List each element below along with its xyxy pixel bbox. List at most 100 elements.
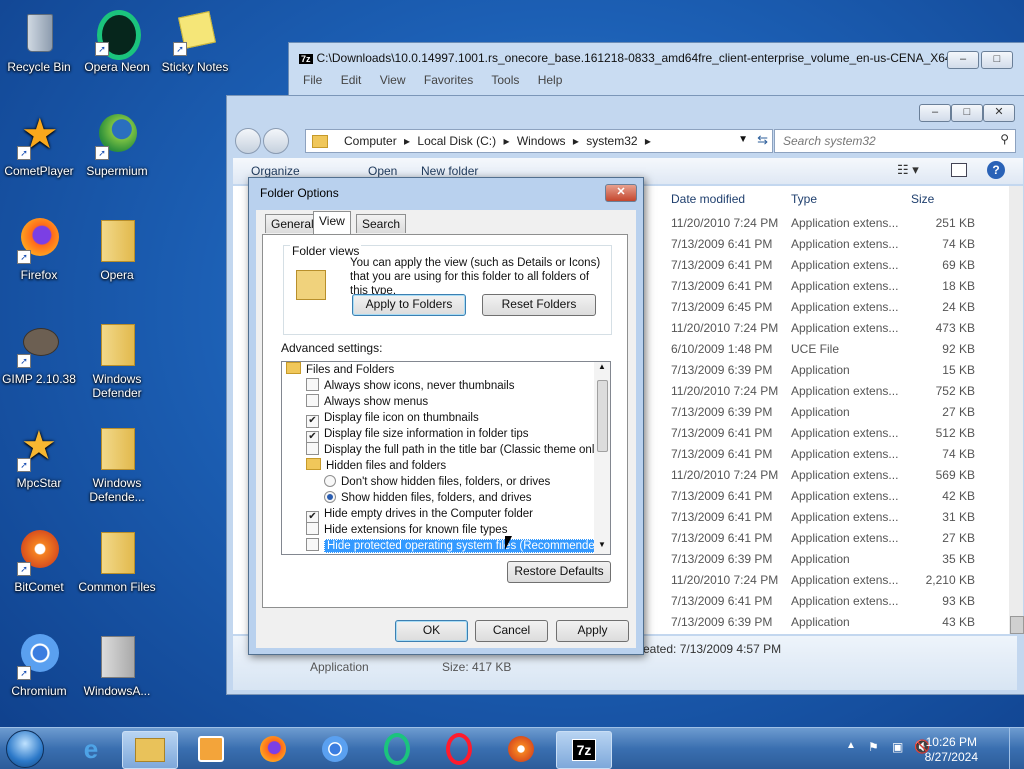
new-folder-button[interactable]: New folder xyxy=(421,164,478,178)
taskbar-7zip-icon[interactable]: 7z xyxy=(556,731,612,769)
breadcrumb-local-disk[interactable]: Local Disk (C:) xyxy=(417,134,496,148)
tab-general[interactable]: General xyxy=(265,214,320,233)
menu-tools[interactable]: Tools xyxy=(491,73,519,87)
network-icon[interactable]: ▣ xyxy=(892,740,903,754)
cell-type: Application extens... xyxy=(791,426,899,440)
tab-view[interactable]: View xyxy=(313,211,351,234)
desktop-icon-windowsa[interactable]: WindowsA... xyxy=(78,632,156,698)
tab-search[interactable]: Search xyxy=(356,214,407,233)
help-icon[interactable]: ? xyxy=(987,161,1005,179)
desktop-icon-mpcstar[interactable]: ★ ➚ MpcStar xyxy=(0,424,78,490)
explorer-minimize-button[interactable]: – xyxy=(919,104,951,122)
refresh-icon[interactable]: ⇆ xyxy=(757,132,768,148)
show-desktop-button[interactable] xyxy=(1009,728,1024,769)
cell-type: Application xyxy=(791,405,850,419)
menu-favorites[interactable]: Favorites xyxy=(424,73,473,87)
desktop-icon-common-files[interactable]: Common Files xyxy=(78,528,156,594)
sevenzip-maximize-button[interactable]: □ xyxy=(981,51,1013,69)
file-list-scrollbar[interactable] xyxy=(1009,186,1024,634)
mouse-cursor-icon xyxy=(505,536,512,550)
setting-file-size-tips[interactable]: ✔ Display file size information in folder… xyxy=(306,426,529,444)
open-button[interactable]: Open xyxy=(368,164,397,178)
taskbar-explorer-icon[interactable] xyxy=(122,731,178,769)
setting-file-icon-thumbnails[interactable]: ✔ Display file icon on thumbnails xyxy=(306,410,479,428)
setting-always-icons[interactable]: Always show icons, never thumbnails xyxy=(306,378,514,394)
radio-dont-show-hidden[interactable]: Don't show hidden files, folders, or dri… xyxy=(324,474,550,490)
setting-hide-empty-drives[interactable]: ✔ Hide empty drives in the Computer folde… xyxy=(306,506,533,524)
preview-pane-icon[interactable] xyxy=(951,163,967,177)
sevenzip-minimize-button[interactable]: – xyxy=(947,51,979,69)
folder-views-icon xyxy=(296,270,326,300)
address-dropdown-icon[interactable]: ▼ xyxy=(738,134,748,145)
dialog-close-button[interactable]: ✕ xyxy=(605,184,637,202)
desktop-icon-cometplayer[interactable]: ★ ➚ CometPlayer xyxy=(0,112,78,179)
cell-size: 27 KB xyxy=(942,531,975,545)
action-center-icon[interactable]: ⚑ xyxy=(868,740,879,754)
desktop-icon-gimp[interactable]: ➚ GIMP 2.10.38 xyxy=(0,320,78,386)
sevenzip-title: 7z C:\Downloads\10.0.14997.1001.rs_onecor… xyxy=(299,51,978,65)
desktop-icon-firefox[interactable]: ➚ Firefox xyxy=(0,216,78,282)
radio-selected-icon xyxy=(324,491,336,503)
desktop-icon-opera-neon[interactable]: ➚ Opera Neon xyxy=(78,8,156,74)
system-clock[interactable]: 10:26 PM 8/27/2024 xyxy=(925,735,978,765)
cancel-button[interactable]: Cancel xyxy=(475,620,548,642)
explorer-maximize-button[interactable]: □ xyxy=(951,104,983,122)
column-date-modified[interactable]: Date modified xyxy=(671,192,745,206)
cell-type: Application extens... xyxy=(791,258,899,272)
cell-type: Application extens... xyxy=(791,531,899,545)
desktop-icon-recycle-bin[interactable]: Recycle Bin xyxy=(0,8,78,74)
explorer-close-button[interactable]: ✕ xyxy=(983,104,1015,122)
show-hidden-icons-icon[interactable]: ▲ xyxy=(846,740,856,751)
taskbar-firefox-icon[interactable] xyxy=(246,731,300,767)
menu-file[interactable]: File xyxy=(303,73,322,87)
column-size[interactable]: Size xyxy=(911,192,934,206)
back-button[interactable] xyxy=(235,128,261,154)
taskbar-opera-icon[interactable] xyxy=(432,731,486,767)
search-input[interactable]: Search system32 ⚲ xyxy=(774,129,1016,153)
menu-view[interactable]: View xyxy=(380,73,406,87)
setting-hide-protected-files[interactable]: Hide protected operating system files (R… xyxy=(306,538,609,554)
desktop-icon-supermium[interactable]: ➚ Supermium xyxy=(78,112,156,178)
settings-scrollbar[interactable]: ▲ ▼ xyxy=(594,362,610,554)
organize-button[interactable]: Organize xyxy=(251,164,300,178)
cell-size: 473 KB xyxy=(935,321,975,335)
breadcrumb-system32[interactable]: system32 xyxy=(586,134,637,148)
cell-size: 251 KB xyxy=(935,216,975,230)
cell-type: Application extens... xyxy=(791,447,899,461)
address-bar[interactable]: Computer ▸ Local Disk (C:) ▸ Windows ▸ s… xyxy=(305,129,773,153)
cell-type: Application extens... xyxy=(791,594,899,608)
reset-folders-button[interactable]: Reset Folders xyxy=(482,294,596,316)
view-options-icon[interactable]: ☷ ▾ xyxy=(897,162,919,178)
menu-help[interactable]: Help xyxy=(538,73,563,87)
folder-icon xyxy=(312,135,328,148)
menu-edit[interactable]: Edit xyxy=(341,73,362,87)
ok-button[interactable]: OK xyxy=(395,620,468,642)
start-button[interactable] xyxy=(6,730,44,768)
radio-show-hidden[interactable]: Show hidden files, folders, and drives xyxy=(324,490,532,506)
folder-icon xyxy=(93,424,141,472)
apply-button[interactable]: Apply xyxy=(556,620,629,642)
taskbar-chromium-icon[interactable] xyxy=(308,731,362,767)
desktop-icon-sticky-notes[interactable]: ➚ Sticky Notes xyxy=(156,8,234,74)
restore-defaults-button[interactable]: Restore Defaults xyxy=(507,561,611,583)
forward-button[interactable] xyxy=(263,128,289,154)
apply-to-folders-button[interactable]: Apply to Folders xyxy=(352,294,466,316)
desktop-icon-bitcomet[interactable]: ➚ BitComet xyxy=(0,528,78,594)
desktop-icon-chromium[interactable]: ➚ Chromium xyxy=(0,632,78,698)
setting-always-menus[interactable]: Always show menus xyxy=(306,394,428,410)
desktop-icon-opera[interactable]: Opera xyxy=(78,216,156,282)
desktop-icon-windows-defender[interactable]: Windows Defender xyxy=(78,320,156,400)
taskbar-bitcomet-icon[interactable] xyxy=(494,731,548,767)
desktop-icon-windows-defender-2[interactable]: Windows Defende... xyxy=(78,424,156,504)
star-icon: ★ ➚ xyxy=(15,424,63,472)
setting-hide-extensions[interactable]: Hide extensions for known file types xyxy=(306,522,507,538)
setting-full-path[interactable]: Display the full path in the title bar (… xyxy=(306,442,604,458)
cell-type: Application extens... xyxy=(791,384,899,398)
checkbox-icon xyxy=(306,394,319,407)
taskbar-ie-icon[interactable]: e xyxy=(64,731,118,767)
breadcrumb-windows[interactable]: Windows xyxy=(517,134,566,148)
taskbar-opera-neon-icon[interactable] xyxy=(370,731,424,767)
breadcrumb-computer[interactable]: Computer xyxy=(344,134,397,148)
column-type[interactable]: Type xyxy=(791,192,817,206)
taskbar-media-player-icon[interactable] xyxy=(184,731,238,767)
